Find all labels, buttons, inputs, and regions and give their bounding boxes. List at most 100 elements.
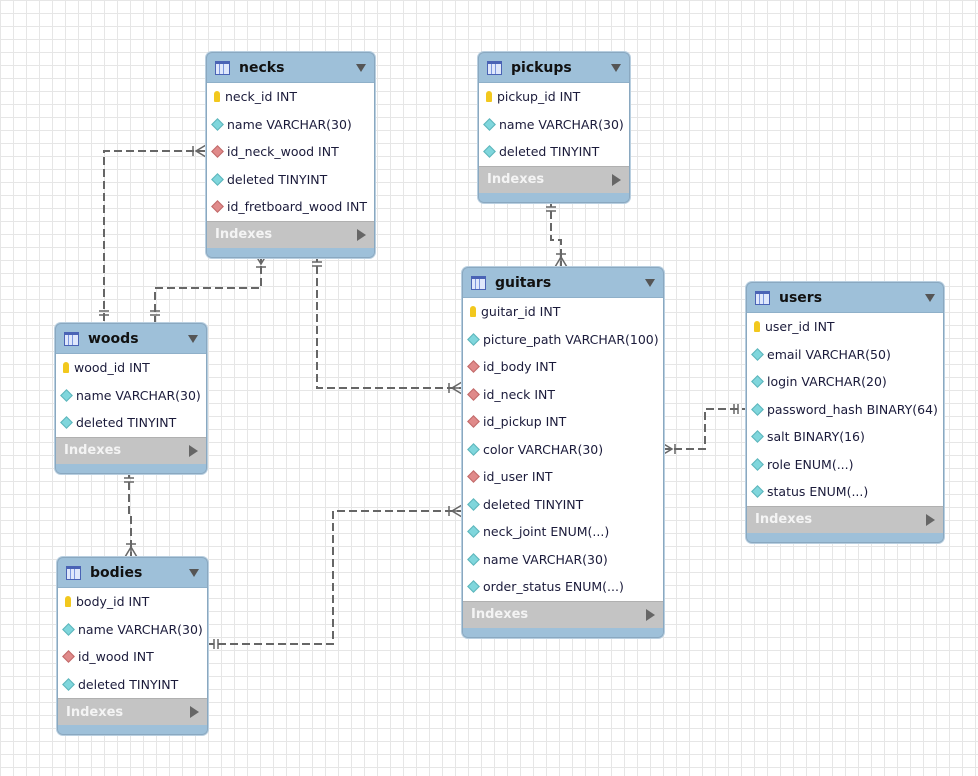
table-bodies[interactable]: bodies body_id INT name VARCHAR(30) id_w… — [57, 557, 208, 735]
column-label: name VARCHAR(30) — [76, 387, 201, 403]
relationship-line-id_body — [206, 510, 462, 645]
collapse-arrow-icon[interactable] — [188, 334, 198, 343]
table-users[interactable]: users user_id INT email VARCHAR(50) logi… — [746, 282, 944, 543]
expand-arrow-icon[interactable] — [926, 513, 935, 526]
primary-key-icon — [754, 321, 760, 333]
primary-key-icon — [486, 91, 492, 103]
column-label: deleted TINYINT — [499, 144, 600, 160]
column-row[interactable]: name VARCHAR(30) — [58, 616, 207, 644]
indexes-section[interactable]: Indexes — [463, 600, 663, 628]
column-row[interactable]: order_status ENUM(...) — [463, 573, 663, 601]
table-name: users — [779, 289, 823, 306]
column-label: pickup_id INT — [497, 89, 581, 105]
column-row[interactable]: id_user INT — [463, 463, 663, 491]
foreign-key-icon — [211, 200, 224, 214]
column-row[interactable]: id_body INT — [463, 353, 663, 381]
column-icon — [751, 430, 764, 444]
indexes-section[interactable]: Indexes — [58, 698, 207, 725]
table-woods[interactable]: woods wood_id INT name VARCHAR(30) delet… — [55, 323, 207, 474]
column-row[interactable]: login VARCHAR(20) — [747, 368, 943, 396]
column-row[interactable]: pickup_id INT — [479, 83, 629, 111]
column-row[interactable]: email VARCHAR(50) — [747, 341, 943, 369]
indexes-section[interactable]: Indexes — [56, 436, 206, 464]
column-row[interactable]: deleted TINYINT — [207, 166, 374, 194]
table-header[interactable]: necks — [207, 53, 374, 83]
column-icon — [211, 117, 224, 131]
column-label: body_id INT — [76, 594, 150, 610]
table-name: woods — [88, 330, 139, 347]
foreign-key-icon — [62, 650, 75, 664]
table-footer — [463, 627, 663, 637]
column-label: name VARCHAR(30) — [499, 116, 624, 132]
table-icon — [66, 565, 81, 580]
column-row[interactable]: name VARCHAR(30) — [207, 111, 374, 139]
table-header[interactable]: pickups — [479, 53, 629, 83]
collapse-arrow-icon[interactable] — [611, 63, 621, 72]
column-row[interactable]: color VARCHAR(30) — [463, 436, 663, 464]
column-row[interactable]: picture_path VARCHAR(100) — [463, 326, 663, 354]
column-row[interactable]: id_pickup INT — [463, 408, 663, 436]
expand-arrow-icon[interactable] — [189, 444, 198, 457]
column-row[interactable]: password_hash BINARY(64) — [747, 396, 943, 424]
column-icon — [751, 375, 764, 389]
table-pickups[interactable]: pickups pickup_id INT name VARCHAR(30) d… — [478, 52, 630, 203]
collapse-arrow-icon[interactable] — [645, 278, 655, 287]
column-row[interactable]: id_fretboard_wood INT — [207, 193, 374, 221]
primary-key-icon — [65, 596, 71, 608]
table-header[interactable]: guitars — [463, 268, 663, 298]
column-label: id_wood INT — [78, 649, 154, 665]
column-icon — [751, 457, 764, 471]
column-row[interactable]: id_neck INT — [463, 381, 663, 409]
column-icon — [467, 552, 480, 566]
expand-arrow-icon[interactable] — [357, 228, 366, 241]
indexes-section[interactable]: Indexes — [747, 505, 943, 533]
column-row[interactable]: id_neck_wood INT — [207, 138, 374, 166]
column-label: picture_path VARCHAR(100) — [483, 331, 659, 347]
expand-arrow-icon[interactable] — [646, 608, 655, 621]
column-row[interactable]: body_id INT — [58, 588, 207, 616]
column-row[interactable]: name VARCHAR(30) — [479, 111, 629, 139]
column-row[interactable]: deleted TINYINT — [463, 491, 663, 519]
column-row[interactable]: deleted TINYINT — [58, 671, 207, 699]
column-row[interactable]: status ENUM(...) — [747, 478, 943, 506]
indexes-label: Indexes — [66, 704, 124, 720]
column-row[interactable]: deleted TINYINT — [56, 409, 206, 437]
table-guitars[interactable]: guitars guitar_id INT picture_path VARCH… — [462, 267, 664, 638]
column-label: color VARCHAR(30) — [483, 441, 604, 457]
column-row[interactable]: salt BINARY(16) — [747, 423, 943, 451]
table-footer — [56, 463, 206, 473]
collapse-arrow-icon[interactable] — [189, 568, 199, 577]
column-row[interactable]: name VARCHAR(30) — [56, 382, 206, 410]
table-necks[interactable]: necks neck_id INT name VARCHAR(30) id_ne… — [206, 52, 375, 258]
column-row[interactable]: neck_joint ENUM(...) — [463, 518, 663, 546]
column-row[interactable]: user_id INT — [747, 313, 943, 341]
primary-key-icon — [470, 306, 476, 318]
column-icon — [211, 172, 224, 186]
indexes-label: Indexes — [755, 512, 813, 527]
table-icon — [471, 275, 486, 290]
table-header[interactable]: users — [747, 283, 943, 313]
column-row[interactable]: deleted TINYINT — [479, 138, 629, 166]
column-row[interactable]: wood_id INT — [56, 354, 206, 382]
collapse-arrow-icon[interactable] — [356, 63, 366, 72]
table-header[interactable]: bodies — [58, 558, 207, 588]
column-label: name VARCHAR(30) — [227, 116, 352, 132]
column-row[interactable]: name VARCHAR(30) — [463, 546, 663, 574]
column-row[interactable]: id_wood INT — [58, 643, 207, 671]
expand-arrow-icon[interactable] — [612, 173, 621, 186]
foreign-key-icon — [211, 145, 224, 159]
indexes-section[interactable]: Indexes — [479, 165, 629, 193]
indexes-section[interactable]: Indexes — [207, 220, 374, 248]
expand-arrow-icon[interactable] — [190, 706, 199, 718]
column-row[interactable]: neck_id INT — [207, 83, 374, 111]
table-icon — [755, 290, 770, 305]
indexes-label: Indexes — [64, 443, 122, 458]
relationship-line-id_fretboard_wood — [154, 254, 262, 323]
column-row[interactable]: role ENUM(...) — [747, 451, 943, 479]
table-header[interactable]: woods — [56, 324, 206, 354]
column-label: id_fretboard_wood INT — [227, 199, 367, 215]
column-row[interactable]: guitar_id INT — [463, 298, 663, 326]
collapse-arrow-icon[interactable] — [925, 293, 935, 302]
column-label: role ENUM(...) — [767, 456, 854, 472]
table-name: necks — [239, 59, 285, 76]
